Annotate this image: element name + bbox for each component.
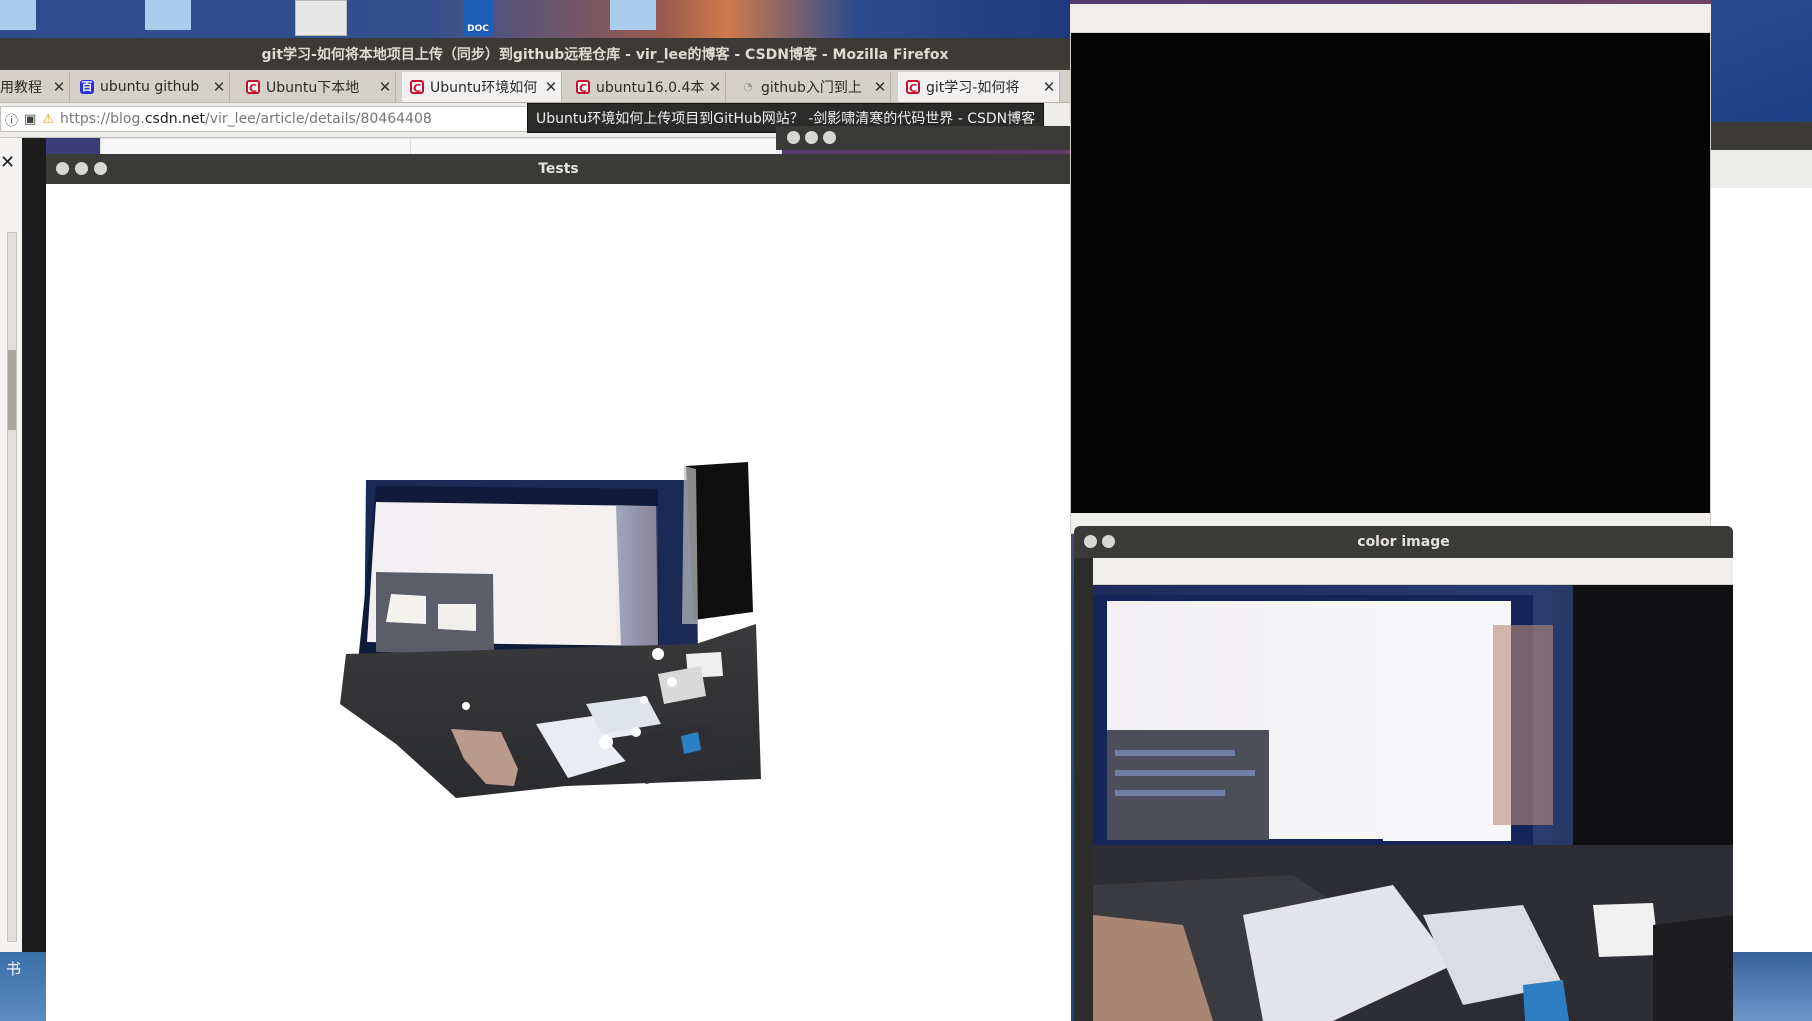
window-title: git学习-如何将本地项目上传（同步）到github远程仓库 - vir_lee… <box>261 47 949 63</box>
window-close-icon[interactable] <box>56 162 69 175</box>
close-tab-icon[interactable]: ✕ <box>1039 78 1059 96</box>
window-maximize-icon[interactable] <box>94 162 107 175</box>
info-icon[interactable]: ⓘ <box>5 110 18 129</box>
desktop-folder-icon[interactable] <box>610 0 656 30</box>
csdn-icon: C <box>246 80 260 95</box>
color-image-canvas <box>1093 585 1733 1021</box>
color-image-window-title: color image <box>1357 534 1450 550</box>
background-window-titlebar <box>776 126 1071 150</box>
tab-2[interactable]: 百 ubuntu github ✕ <box>72 72 230 102</box>
close-tab-icon[interactable]: ✕ <box>705 78 725 96</box>
tab-label: ubuntu github <box>100 79 200 95</box>
scrollbar-track[interactable] <box>7 232 17 942</box>
tab-3[interactable]: C Ubuntu下本地 ✕ <box>238 72 396 102</box>
color-image-window-titlebar[interactable]: color image <box>1074 526 1733 558</box>
color-image-toolbar <box>1093 558 1733 585</box>
tab-label: git学习-如何将 <box>926 80 1020 96</box>
url-prefix: https://blog. <box>59 111 145 127</box>
close-tab-icon[interactable]: ✕ <box>375 78 395 96</box>
tests-window-title: Tests <box>538 161 579 177</box>
url-input[interactable]: ⓘ ▣ ⚠ https://blog. csdn.net/vir_lee/arti… <box>0 106 530 132</box>
depth-image-canvas <box>1071 33 1710 513</box>
desktop-folder-icon[interactable] <box>145 0 191 30</box>
depth-window-toolbar <box>1070 4 1711 33</box>
tab-4[interactable]: C Ubuntu环境如何 ✕ <box>402 72 562 102</box>
tab-bar: 用教程 ✕ 百 ubuntu github ✕ C Ubuntu下本地 ✕ C … <box>0 70 1070 103</box>
tab-label: ubuntu16.0.4本 <box>596 80 705 96</box>
background-window-titlebar <box>1711 122 1812 150</box>
close-tab-icon[interactable]: ✕ <box>541 78 561 96</box>
close-tab-icon[interactable]: ✕ <box>49 78 69 96</box>
background-window-toolbar <box>1711 150 1812 188</box>
csdn-icon: C <box>576 80 590 95</box>
camera-frame <box>1093 585 1733 1021</box>
tab-7[interactable]: C git学习-如何将 ✕ <box>898 72 1060 102</box>
github-icon: ◔ <box>743 80 753 93</box>
tab-label: github入门到上 <box>761 80 862 96</box>
permissions-icon[interactable]: ▣ <box>24 112 36 127</box>
url-host: csdn.net <box>144 111 206 127</box>
tests-window-titlebar[interactable]: Tests <box>46 154 1071 184</box>
window-minimize-icon[interactable] <box>805 131 818 144</box>
baidu-icon: 百 <box>80 80 94 94</box>
tab-label: Ubuntu环境如何 <box>430 80 538 96</box>
url-path: /vir_lee/article/details/80464408 <box>205 111 432 127</box>
close-icon[interactable]: ✕ <box>0 152 15 173</box>
tab-label: 用教程 <box>0 80 42 96</box>
bottom-left-char: 书 <box>6 960 22 978</box>
tab-5[interactable]: C ubuntu16.0.4本 ✕ <box>568 72 726 102</box>
tooltip-text: Ubuntu环境如何上传项目到GitHub网站？ -剑影啸清寒的代码世界 - C… <box>536 111 1036 127</box>
window-maximize-icon[interactable] <box>823 131 836 144</box>
tab-label: Ubuntu下本地 <box>266 80 360 96</box>
window-shadow-strip <box>22 138 46 1018</box>
tab-6[interactable]: ◔ github入门到上 ✕ <box>733 72 891 102</box>
csdn-icon: C <box>906 80 920 95</box>
window-minimize-icon[interactable] <box>1102 535 1115 548</box>
desktop-doc-file-icon[interactable]: DOC <box>463 0 493 36</box>
firefox-title-bar: git学习-如何将本地项目上传（同步）到github远程仓库 - vir_lee… <box>0 38 1070 70</box>
tab-1[interactable]: 用教程 ✕ <box>0 72 70 102</box>
window-minimize-icon[interactable] <box>75 162 88 175</box>
close-tab-icon[interactable]: ✕ <box>870 78 890 96</box>
window-close-icon[interactable] <box>787 131 800 144</box>
insecure-lock-icon[interactable]: ⚠ <box>42 112 54 127</box>
point-cloud-render <box>340 462 761 798</box>
scrollbar-thumb[interactable] <box>8 350 16 430</box>
window-close-icon[interactable] <box>1084 535 1097 548</box>
doc-icon-label: DOC <box>467 24 489 34</box>
desktop-document-thumbnail-icon[interactable] <box>295 0 347 36</box>
desktop-folder-icon[interactable] <box>0 0 36 30</box>
csdn-icon: C <box>410 80 424 95</box>
close-tab-icon[interactable]: ✕ <box>209 78 229 96</box>
window-shadow-strip <box>1074 558 1093 1021</box>
point-cloud-viewer[interactable] <box>46 184 1071 1021</box>
desktop-wallpaper-right <box>1711 0 1812 122</box>
